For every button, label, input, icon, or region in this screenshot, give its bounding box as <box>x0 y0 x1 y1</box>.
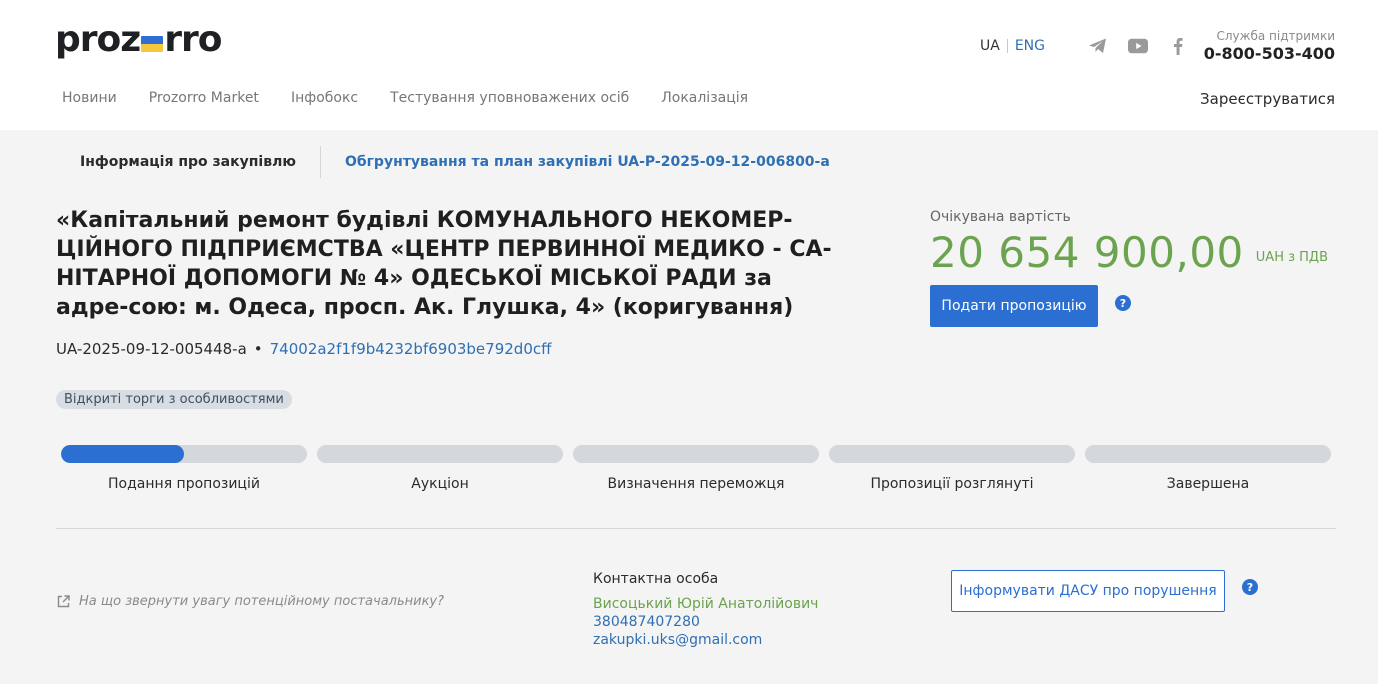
lang-separator <box>1006 39 1008 53</box>
tender-id: UA-2025-09-12-005448-a <box>56 340 247 358</box>
register-link[interactable]: Зареєструватися <box>1200 90 1335 108</box>
contact-phone[interactable]: 380487407280 <box>593 613 818 631</box>
stage-label: Подання пропозицій <box>108 476 260 492</box>
social-links <box>1088 37 1188 55</box>
lang-eng[interactable]: ENG <box>1015 38 1045 54</box>
telegram-icon[interactable] <box>1088 37 1108 55</box>
contact-person: Контактна особа Висоцький Юрій Анатолійо… <box>593 570 818 649</box>
stage-bar <box>317 445 563 463</box>
support-block: Служба підтримки 0-800-503-400 <box>1204 29 1335 63</box>
tab-tender-info[interactable]: Інформація про закупівлю <box>56 146 321 178</box>
stage-label: Завершена <box>1166 476 1250 492</box>
help-icon[interactable]: ? <box>1242 579 1258 595</box>
stage-bar <box>829 445 1075 463</box>
tender-title: «Капітальний ремонт будівлі КОМУНАЛЬНОГО… <box>56 208 832 320</box>
stage-label: Пропозиції розглянуті <box>870 476 1034 492</box>
report-dasu-button[interactable]: Інформувати ДАСУ про порушення <box>951 570 1225 612</box>
expected-value-label: Очікувана вартість <box>930 209 1071 225</box>
procedure-badge: Відкриті торги з особливостями <box>56 390 292 409</box>
stage-label: Визначення переможця <box>607 476 785 492</box>
support-label: Служба підтримки <box>1216 29 1335 43</box>
site-header: proz rro UA ENG Служба підтримки 0-800-50… <box>0 0 1378 130</box>
support-phone[interactable]: 0-800-503-400 <box>1204 44 1335 63</box>
tender-stages: Подання пропозицій Аукціон Визначення пе… <box>61 445 1331 492</box>
nav-item-testing[interactable]: Тестування уповноважених осіб <box>390 90 629 106</box>
tender-hash-link[interactable]: 74002a2f1f9b4232bf6903be792d0cff <box>270 340 552 358</box>
expected-value-amount: 20 654 900,00 <box>930 228 1244 277</box>
external-link-icon <box>57 595 70 608</box>
expected-value: 20 654 900,00 UAH з ПДВ <box>930 228 1328 277</box>
language-switcher: UA ENG <box>980 38 1045 54</box>
contact-name: Висоцький Юрій Анатолійович <box>593 596 819 612</box>
facebook-icon[interactable] <box>1168 37 1188 55</box>
stage-bar <box>61 445 307 463</box>
supplier-hint-text: На що звернути увагу потенційному постач… <box>79 594 445 609</box>
logo-text-left: proz <box>55 19 141 60</box>
stage-label: Аукціон <box>411 476 469 492</box>
tender-ids: UA-2025-09-12-005448-a • 74002a2f1f9b423… <box>56 340 551 358</box>
stage-reviewed: Пропозиції розглянуті <box>829 445 1075 492</box>
help-icon[interactable]: ? <box>1115 295 1131 311</box>
stage-bids: Подання пропозицій <box>61 445 307 492</box>
supplier-hint-link[interactable]: На що звернути увагу потенційному постач… <box>57 594 444 609</box>
tab-plan-link[interactable]: Обгрунтування та план закупівлі UA-P-202… <box>321 154 830 170</box>
nav-item-news[interactable]: Новини <box>62 90 117 106</box>
nav-item-localization[interactable]: Локалізація <box>661 90 748 106</box>
stage-bar <box>573 445 819 463</box>
stage-auction: Аукціон <box>317 445 563 492</box>
tender-page: Інформація про закупівлю Обгрунтування т… <box>0 130 1378 684</box>
id-separator: • <box>253 340 263 358</box>
nav-item-market[interactable]: Prozorro Market <box>149 90 259 106</box>
submit-bid-button[interactable]: Подати пропозицію <box>930 285 1098 327</box>
tender-tabs: Інформація про закупівлю Обгрунтування т… <box>56 146 830 178</box>
nav-item-infobox[interactable]: Інфобокс <box>291 90 358 106</box>
main-nav: Новини Prozorro Market Інфобокс Тестуван… <box>62 90 748 106</box>
stage-progress-fill <box>61 445 184 463</box>
ukraine-flag-icon <box>141 36 164 52</box>
section-divider <box>56 528 1336 529</box>
contact-header: Контактна особа <box>593 571 719 587</box>
expected-value-currency: UAH з ПДВ <box>1255 250 1328 265</box>
stage-complete: Завершена <box>1085 445 1331 492</box>
stage-winner: Визначення переможця <box>573 445 819 492</box>
logo-text-right: rro <box>164 19 222 60</box>
stage-bar <box>1085 445 1331 463</box>
contact-email[interactable]: zakupki.uks@gmail.com <box>593 631 818 649</box>
youtube-icon[interactable] <box>1128 37 1148 55</box>
prozorro-logo[interactable]: proz rro <box>55 19 222 60</box>
lang-ua[interactable]: UA <box>980 38 1000 54</box>
